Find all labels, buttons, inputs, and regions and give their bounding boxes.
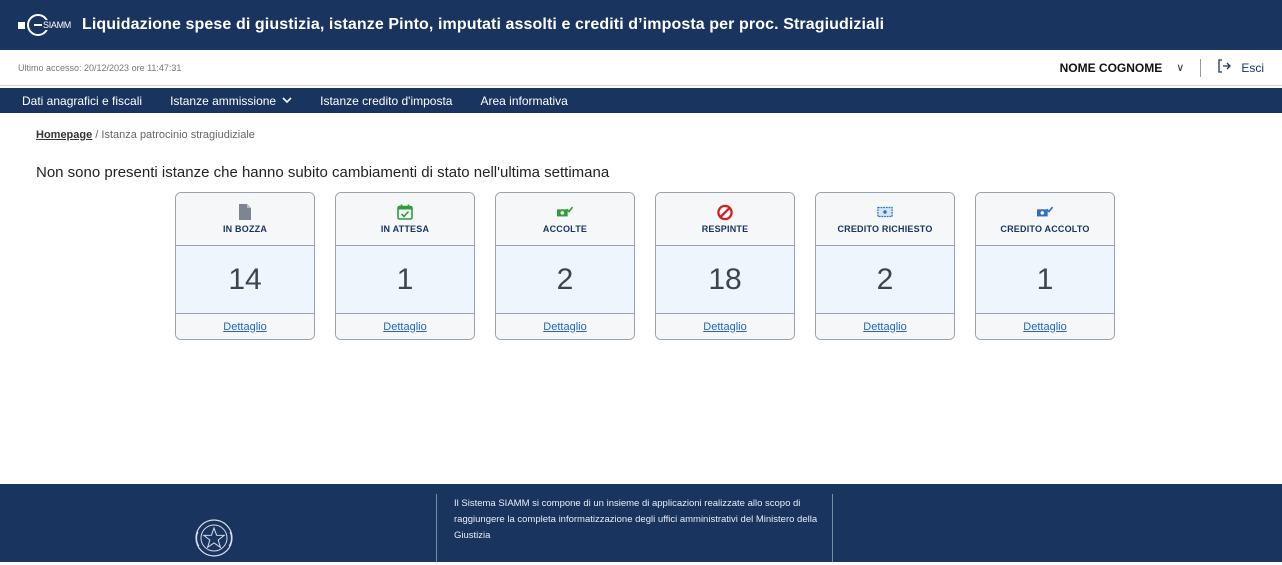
nav-label: Istanze ammissione [170, 93, 277, 108]
card-count: 1 [336, 245, 474, 314]
detail-link[interactable]: Dettaglio [336, 314, 474, 339]
calendar-check-icon [397, 204, 413, 220]
logout-button[interactable]: Esci [1241, 61, 1264, 75]
breadcrumb: Homepage / Istanza patrocinio stragiudiz… [36, 129, 255, 141]
app-header: SIAMM Liquidazione spese di giustizia, i… [0, 0, 1282, 50]
card-title: RESPINTE [701, 224, 749, 234]
user-menu-button[interactable]: NOME COGNOME [1060, 61, 1163, 75]
logo-text: SIAMM [42, 20, 73, 30]
main-nav: Dati anagrafici e fiscali Istanze ammiss… [0, 88, 1282, 113]
nav-istanze-ammissione[interactable]: Istanze ammissione [156, 94, 306, 108]
breadcrumb-home-link[interactable]: Homepage [36, 129, 92, 141]
footer-divider [436, 494, 437, 562]
user-bar: Ultimo accesso: 20/12/2023 ore 11:47:31 … [0, 50, 1282, 86]
card-count: 2 [816, 245, 954, 314]
detail-link[interactable]: Dettaglio [816, 314, 954, 339]
card-title: IN BOZZA [222, 224, 268, 234]
banknote-icon [877, 204, 893, 220]
detail-link[interactable]: Dettaglio [176, 314, 314, 339]
republic-emblem-icon [190, 512, 238, 560]
banknote-check-icon [1037, 204, 1053, 220]
document-icon [237, 204, 253, 220]
card-count: 14 [176, 245, 314, 314]
card-count: 2 [496, 245, 634, 314]
page-notice: Non sono presenti istanze che hanno subi… [36, 164, 610, 181]
logout-icon[interactable] [1217, 59, 1232, 76]
card-credito-richiesto: CREDITO RICHIESTO 2 Dettaglio [815, 192, 955, 340]
status-cards: IN BOZZA 14 Dettaglio IN ATTESA 1 Dettag… [175, 192, 1115, 340]
detail-link[interactable]: Dettaglio [976, 314, 1114, 339]
footer-divider [832, 494, 833, 562]
detail-link[interactable]: Dettaglio [496, 314, 634, 339]
nav-label: Area informativa [480, 93, 568, 108]
nav-istanze-credito[interactable]: Istanze credito d'imposta [306, 94, 466, 108]
nav-dati-anagrafici[interactable]: Dati anagrafici e fiscali [8, 94, 156, 108]
card-title: CREDITO RICHIESTO [837, 224, 933, 234]
card-title: IN ATTESA [380, 224, 430, 234]
last-access-text: Ultimo accesso: 20/12/2023 ore 11:47:31 [18, 62, 182, 73]
card-credito-accolto: CREDITO ACCOLTO 1 Dettaglio [975, 192, 1115, 340]
chevron-down-icon[interactable]: ∨ [1176, 61, 1184, 74]
nav-label: Istanze credito d'imposta [320, 93, 453, 108]
prohibited-icon [717, 204, 733, 220]
card-title: CREDITO ACCOLTO [1000, 224, 1090, 234]
app-title: Liquidazione spese di giustizia, istanze… [82, 16, 885, 33]
card-in-bozza: IN BOZZA 14 Dettaglio [175, 192, 315, 340]
footer: Il Sistema SIAMM si compone di un insiem… [0, 484, 1282, 562]
footer-description: Il Sistema SIAMM si compone di un insiem… [454, 498, 818, 541]
chevron-down-icon [282, 96, 292, 106]
logo-square-icon [18, 21, 25, 29]
nav-area-informativa[interactable]: Area informativa [466, 94, 581, 108]
card-accolte: ACCOLTE 2 Dettaglio [495, 192, 635, 340]
breadcrumb-current: Istanza patrocinio stragiudiziale [101, 129, 255, 141]
nav-label: Dati anagrafici e fiscali [22, 93, 143, 108]
detail-link[interactable]: Dettaglio [656, 314, 794, 339]
card-count: 18 [656, 245, 794, 314]
card-in-attesa: IN ATTESA 1 Dettaglio [335, 192, 475, 340]
siamm-logo[interactable]: SIAMM [18, 14, 73, 36]
card-title: ACCOLTE [542, 224, 588, 234]
card-respinte: RESPINTE 18 Dettaglio [655, 192, 795, 340]
user-area: NOME COGNOME ∨ Esci [1060, 58, 1264, 77]
divider [1200, 58, 1202, 77]
money-check-icon [557, 204, 573, 220]
card-count: 1 [976, 245, 1114, 314]
